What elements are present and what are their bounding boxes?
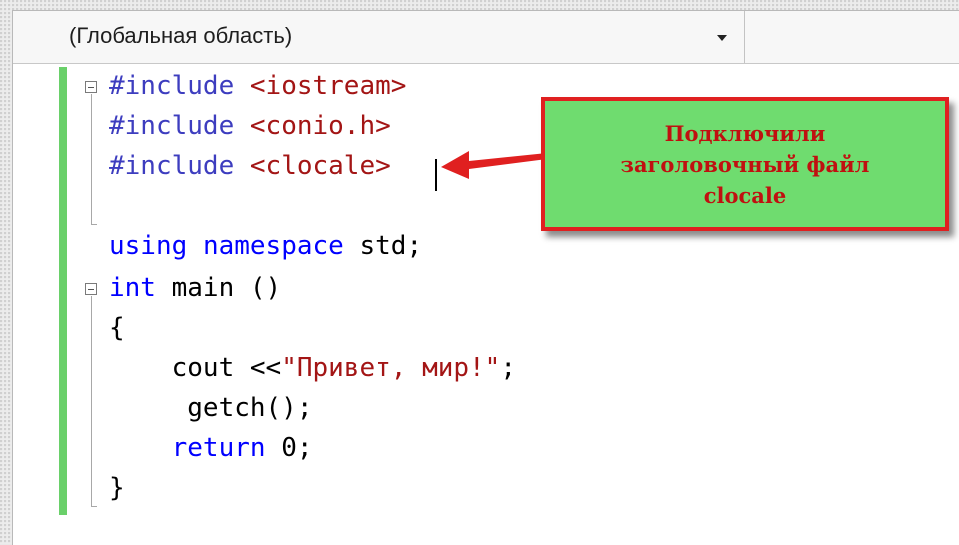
code-line[interactable]: { bbox=[109, 313, 125, 343]
code-token-include: <clocale> bbox=[249, 151, 391, 181]
code-line[interactable]: getch(); bbox=[109, 393, 313, 423]
code-line[interactable]: cout <<"Привет, мир!"; bbox=[109, 353, 516, 383]
chevron-down-icon[interactable] bbox=[717, 35, 727, 41]
annotation-callout: Подключили заголовочный файл clocale bbox=[541, 97, 949, 231]
code-token-include: <iostream> bbox=[249, 71, 407, 101]
code-token-preprocessor: #include bbox=[109, 71, 235, 101]
code-token-string: "Привет, мир!" bbox=[281, 353, 501, 383]
code-line[interactable]: #include <iostream> bbox=[109, 71, 406, 101]
code-line[interactable]: #include <conio.h> bbox=[109, 111, 391, 141]
member-dropdown[interactable] bbox=[745, 11, 959, 63]
code-token-keyword: return bbox=[171, 433, 266, 463]
code-token-keyword: using bbox=[109, 231, 188, 261]
code-token-plain: cout << bbox=[109, 353, 282, 383]
collapse-icon[interactable] bbox=[85, 283, 97, 295]
code-token-plain: main () bbox=[155, 273, 282, 303]
code-line[interactable]: #include <clocale> bbox=[109, 151, 391, 181]
outline-guide bbox=[91, 296, 92, 506]
code-line[interactable]: return 0; bbox=[109, 433, 313, 463]
code-token-keyword: namespace bbox=[202, 231, 344, 261]
code-token-preprocessor: #include bbox=[109, 111, 235, 141]
code-editor[interactable]: (Глобальная область) #include <iostream>… bbox=[12, 10, 959, 545]
outline-guide bbox=[91, 94, 92, 224]
callout-line: Подключили bbox=[664, 120, 826, 146]
code-token-include: <conio.h> bbox=[249, 111, 391, 141]
outline-guide-end bbox=[91, 224, 97, 225]
outline-guide-end bbox=[91, 506, 97, 507]
collapse-icon[interactable] bbox=[85, 81, 97, 93]
code-token-plain: } bbox=[109, 473, 125, 503]
text-caret bbox=[435, 159, 437, 191]
code-line[interactable]: int main () bbox=[109, 273, 281, 303]
change-tracking-bar bbox=[59, 67, 67, 515]
code-token-plain: std; bbox=[343, 231, 423, 261]
navigation-bar: (Глобальная область) bbox=[13, 11, 959, 64]
code-line[interactable]: using namespace std; bbox=[109, 231, 422, 261]
code-token-keyword: int bbox=[109, 273, 156, 303]
arrow-left-icon bbox=[441, 151, 547, 179]
code-token-preprocessor: #include bbox=[109, 151, 235, 181]
code-line[interactable]: } bbox=[109, 473, 125, 503]
code-token-plain: ; bbox=[500, 353, 516, 383]
callout-line: заголовочный файл bbox=[620, 151, 870, 177]
code-token-plain: getch(); bbox=[109, 393, 313, 423]
scope-dropdown[interactable]: (Глобальная область) bbox=[13, 11, 745, 63]
code-token-plain: 0; bbox=[265, 433, 313, 463]
scope-label: (Глобальная область) bbox=[69, 23, 293, 48]
code-token-plain: { bbox=[109, 313, 125, 343]
callout-line: clocale bbox=[703, 182, 787, 208]
